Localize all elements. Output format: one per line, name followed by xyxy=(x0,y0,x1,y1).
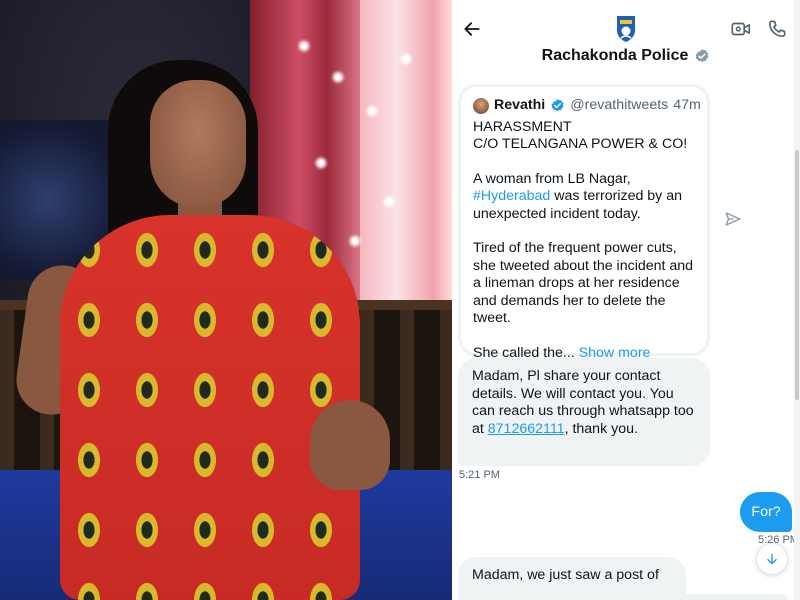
dm-conversation-panel: Rachakonda Police Revathi @revathitweets… xyxy=(452,0,800,600)
quoted-para-1-start: A woman from LB Nagar, xyxy=(473,170,631,187)
arrow-down-icon xyxy=(767,553,777,565)
page-title: Rachakonda Police xyxy=(452,47,800,65)
photo-person-dress xyxy=(60,215,360,600)
quoted-verified-badge-icon xyxy=(550,98,565,114)
quoted-author-name[interactable]: Revathi xyxy=(494,97,545,115)
phone-call-icon xyxy=(769,20,786,37)
police-emblem-icon xyxy=(617,16,635,42)
scroll-to-bottom-button[interactable] xyxy=(756,543,788,575)
quoted-line-2: C/O TELANGANA POWER & CO! xyxy=(473,136,688,152)
back-arrow-icon xyxy=(464,22,480,36)
received-message-text-end: , thank you. xyxy=(564,420,638,437)
video-call-button[interactable] xyxy=(730,18,752,40)
avatar[interactable] xyxy=(610,12,642,44)
message-timestamp: 5:21 PM xyxy=(459,469,500,481)
hashtag-link[interactable]: #Hyderabad xyxy=(473,188,550,204)
verified-badge-icon xyxy=(694,48,710,64)
received-message[interactable]: Madam, Pl share your contact details. We… xyxy=(458,358,710,466)
message-composer[interactable] xyxy=(472,594,788,600)
quoted-tweet-header: Revathi @revathitweets 47m xyxy=(473,97,701,115)
quoted-tweet-body: HARASSMENT C/O TELANGANA POWER & CO! A w… xyxy=(473,119,695,363)
sent-message-text: For? xyxy=(751,504,781,520)
conversation-header: Rachakonda Police xyxy=(452,0,800,76)
video-call-icon xyxy=(731,22,751,36)
share-message-button[interactable] xyxy=(724,210,742,228)
photo-person-hand xyxy=(310,400,390,490)
scrollbar-thumb[interactable] xyxy=(795,150,799,400)
quoted-tweet-card[interactable]: Revathi @revathitweets 47m HARASSMENT C/… xyxy=(461,87,707,361)
profile-photo xyxy=(0,0,452,600)
phone-call-button[interactable] xyxy=(766,18,788,40)
quoted-author-handle[interactable]: @revathitweets xyxy=(570,97,668,115)
conversation-title: Rachakonda Police xyxy=(541,47,689,64)
received-message-2-text: Madam, we just saw a post of xyxy=(472,567,659,583)
quoted-author-avatar[interactable] xyxy=(473,97,489,114)
send-icon xyxy=(725,212,741,226)
sent-message[interactable]: For? xyxy=(740,492,792,532)
photo-person-face xyxy=(150,80,246,208)
phone-number-link[interactable]: 8712662111 xyxy=(488,421,565,437)
back-button[interactable] xyxy=(458,15,486,43)
quoted-tweet-time: 47m xyxy=(673,97,701,113)
shared-tweet-message[interactable]: Revathi @revathitweets 47m HARASSMENT C/… xyxy=(458,84,710,361)
quoted-line-1: HARASSMENT xyxy=(473,118,572,135)
quoted-para-2: Tired of the frequent power cuts, she tw… xyxy=(473,240,694,326)
